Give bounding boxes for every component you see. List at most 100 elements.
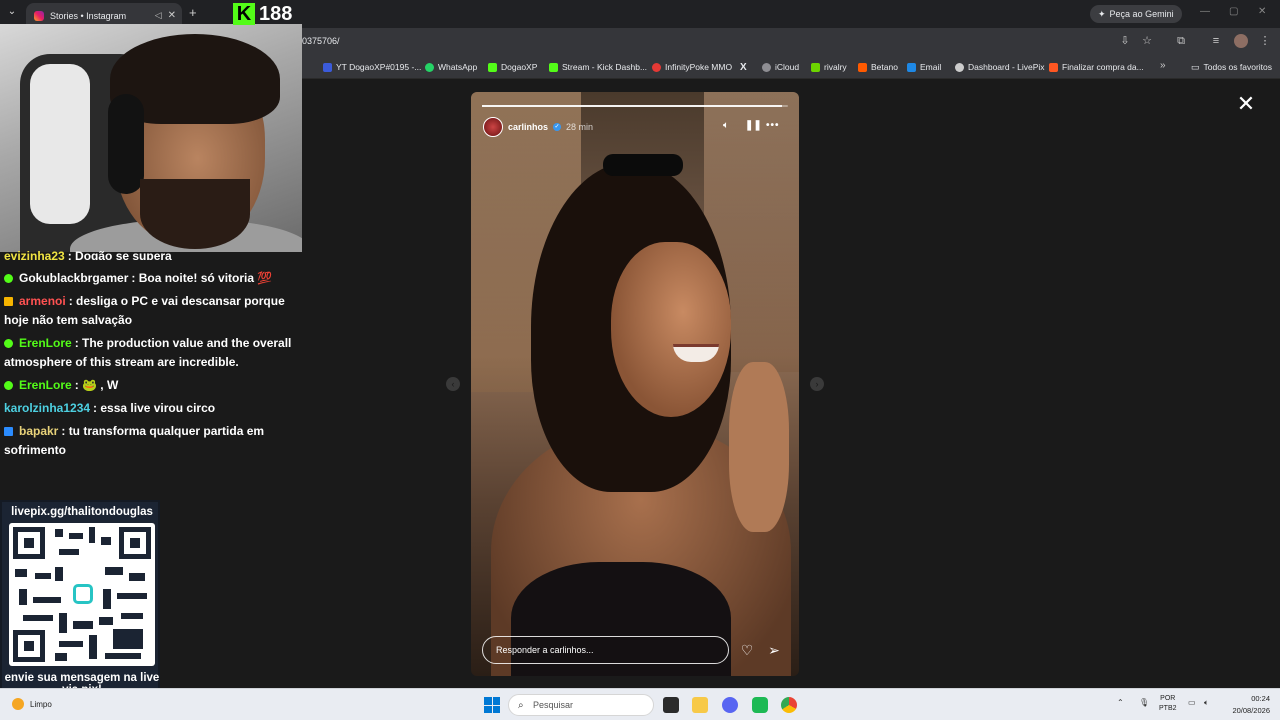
close-icon[interactable]: ✕ <box>1236 93 1256 115</box>
maximize-icon[interactable]: ▢ <box>1229 6 1238 17</box>
language-indicator[interactable]: POR PTB2 <box>1159 694 1177 714</box>
volume-tray-icon[interactable]: 🔈︎ <box>1204 698 1209 708</box>
bookmark-item[interactable]: InfinityPoke MMO <box>652 61 732 73</box>
speaker-icon[interactable]: ◁ <box>155 10 162 21</box>
taskbar-clock[interactable]: 00:24 20/08/2026 <box>1226 693 1270 717</box>
chat-text: : essa live virou circo <box>93 401 216 415</box>
bookmark-label: YT DogaoXP#0195 -... <box>336 62 422 72</box>
bookmark-item[interactable]: Finalizar compra da... <box>1049 61 1144 73</box>
viewer-counter: K 188 <box>233 2 303 26</box>
instagram-icon <box>34 10 44 21</box>
qr-module <box>113 629 143 649</box>
qr-module <box>33 597 61 603</box>
qr-module <box>59 613 67 633</box>
qr-code <box>9 523 155 666</box>
chat-username: ErenLore <box>19 336 72 350</box>
heart-icon[interactable]: ♡ <box>739 642 755 658</box>
rivalry-icon <box>811 62 820 72</box>
bookmark-item[interactable]: rivalry <box>811 61 847 73</box>
qr-module <box>105 567 123 575</box>
language-code: POR <box>1160 695 1176 702</box>
qr-module <box>129 573 145 581</box>
start-button[interactable] <box>484 697 500 713</box>
extensions-icon[interactable]: ⧉ <box>1174 34 1188 48</box>
bookmark-item[interactable]: Email <box>907 61 941 73</box>
weather-widget[interactable]: Limpo <box>12 698 52 710</box>
discord-icon[interactable] <box>722 697 738 713</box>
send-icon[interactable]: ➢ <box>766 642 782 658</box>
qr-finder <box>13 527 45 559</box>
tab-search-icon[interactable]: ⌄ <box>4 6 20 22</box>
sub-badge-icon <box>4 427 13 437</box>
browser-menu-icon[interactable]: ⋮ <box>1258 34 1272 48</box>
bookmark-item[interactable]: Betano <box>858 61 898 73</box>
task-view-icon[interactable] <box>663 697 679 713</box>
tab-title: Stories • Instagram <box>50 10 127 21</box>
pause-icon[interactable]: ❚❚ <box>745 120 762 131</box>
verified-badge-icon <box>4 339 13 349</box>
all-bookmarks-folder[interactable]: ▭ Todos os favoritos <box>1191 61 1272 73</box>
more-icon[interactable]: ••• <box>766 120 780 131</box>
microphone-icon[interactable]: 🎙︎ <box>1139 698 1149 707</box>
icloud-icon <box>762 62 771 72</box>
window-close-icon[interactable]: ✕ <box>1258 6 1266 17</box>
taskbar-search-input[interactable]: ⌕ Pesquisar <box>508 694 654 716</box>
qr-module <box>59 641 83 647</box>
qr-module <box>117 593 147 599</box>
webcam-beard <box>140 179 250 249</box>
profile-avatar[interactable] <box>1234 34 1248 48</box>
install-app-icon[interactable]: ⇩ <box>1118 34 1132 48</box>
bookmark-favicon <box>323 62 332 72</box>
bookmark-star-icon[interactable]: ☆ <box>1140 34 1154 48</box>
chat-message: ErenLore: 🐸 , W <box>4 376 294 395</box>
next-story-icon[interactable]: › <box>810 377 824 391</box>
url-field[interactable]: 0375706/ <box>302 36 340 46</box>
chat-username: bapakr <box>19 424 59 438</box>
verified-badge-icon <box>4 274 13 284</box>
previous-story-icon[interactable]: ‹ <box>446 377 460 391</box>
new-tab-button[interactable]: + <box>189 5 197 20</box>
chat-username: Gokublackbrgamer <box>19 271 129 285</box>
kick-logo-icon: K <box>233 3 255 25</box>
media-controls-icon[interactable]: ≡ <box>1209 34 1223 48</box>
gemini-button[interactable]: ✦ Peça ao Gemini <box>1090 5 1182 23</box>
chat-text: : 🐸 , W <box>74 378 119 392</box>
reply-input[interactable]: Responder a carlinhos... <box>482 636 729 664</box>
volume-icon[interactable]: 🔈︎ <box>723 120 729 131</box>
qr-module <box>73 621 93 629</box>
qr-module <box>55 567 63 581</box>
qr-module <box>55 653 67 661</box>
more-bookmarks-icon[interactable]: » <box>1160 60 1166 71</box>
file-explorer-icon[interactable] <box>692 697 708 713</box>
app-icon[interactable] <box>752 697 768 713</box>
chat-message: karolzinha1234: essa live virou circo <box>4 399 294 418</box>
chat-message: Gokublackbrgamer: Boa noite! só vitoria … <box>4 269 294 288</box>
bookmark-label: Betano <box>871 62 898 72</box>
story-username[interactable]: carlinhos <box>508 122 548 132</box>
bookmark-label: Stream - Kick Dashb... <box>562 62 648 72</box>
kick-icon <box>488 62 497 72</box>
folder-icon: ▭ <box>1191 61 1200 72</box>
network-icon[interactable]: ▭ <box>1188 698 1196 707</box>
bookmark-item[interactable]: DogaoXP <box>488 61 537 73</box>
bookmark-item[interactable]: Dashboard - LivePix <box>955 61 1045 73</box>
close-tab-icon[interactable]: ✕ <box>168 10 176 21</box>
story-avatar[interactable] <box>483 117 503 137</box>
viewer-count: 188 <box>259 2 293 25</box>
bookmark-item[interactable]: YT DogaoXP#0195 -... <box>323 61 421 73</box>
chrome-icon[interactable] <box>781 697 797 713</box>
minimize-icon[interactable]: — <box>1200 6 1210 17</box>
gemini-label: Peça ao Gemini <box>1109 9 1174 19</box>
chat-text: : Boa noite! só vitoria 💯 <box>131 271 273 285</box>
crown-badge-icon <box>4 297 13 307</box>
bookmark-item[interactable]: X <box>740 61 747 73</box>
story-card[interactable]: carlinhos ✓ 28 min 🔈︎ ❚❚ ••• Responder a… <box>471 92 799 676</box>
tray-expand-icon[interactable]: ⌃ <box>1117 698 1124 707</box>
bookmark-item[interactable]: Stream - Kick Dashb... <box>549 61 647 73</box>
x-icon: X <box>740 61 747 73</box>
bookmark-item[interactable]: iCloud <box>762 61 799 73</box>
pokeball-icon <box>652 62 661 72</box>
bookmark-label: Email <box>920 62 942 72</box>
bookmark-item[interactable]: WhatsApp <box>425 61 477 73</box>
qr-module <box>55 529 63 537</box>
